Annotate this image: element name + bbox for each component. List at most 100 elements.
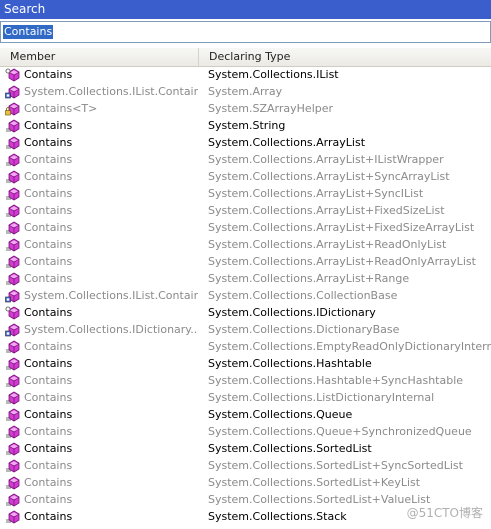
member-cell: Contains bbox=[24, 204, 73, 217]
member-cell: Contains<T> bbox=[24, 102, 98, 115]
declaring-type-cell: System.Collections.ArrayList+FixedSizeLi… bbox=[208, 204, 445, 217]
method-icon bbox=[5, 492, 23, 507]
method-icon bbox=[5, 203, 23, 218]
member-cell: System.Collections.IList.Contains bbox=[24, 85, 198, 98]
private-method-icon bbox=[5, 101, 23, 116]
explicit-method-icon bbox=[5, 84, 23, 99]
member-cell: System.Collections.IList.Contains bbox=[24, 289, 198, 302]
search-input[interactable]: Contains bbox=[0, 21, 491, 43]
method-icon bbox=[5, 424, 23, 439]
table-row[interactable]: Contains System.Collections.ArrayList+ILi… bbox=[0, 151, 491, 168]
table-row[interactable]: Contains System.Collections.ArrayList+Rea… bbox=[0, 236, 491, 253]
table-row[interactable]: Contains System.Collections.ArrayList+Fix… bbox=[0, 202, 491, 219]
interface-method-icon bbox=[5, 67, 23, 82]
method-icon bbox=[5, 373, 23, 388]
method-icon bbox=[5, 339, 23, 354]
explicit-method-icon bbox=[5, 288, 23, 303]
table-row[interactable]: Contains System.Collections.Hashtable+Syn… bbox=[0, 372, 491, 389]
member-cell: Contains bbox=[24, 391, 73, 404]
window-title: Search bbox=[0, 0, 491, 19]
declaring-type-cell: System.Collections.SortedList bbox=[208, 442, 372, 455]
member-cell: Contains bbox=[24, 255, 73, 268]
interface-method-icon bbox=[5, 305, 23, 320]
method-icon bbox=[5, 186, 23, 201]
member-cell: Contains bbox=[24, 119, 73, 132]
declaring-type-cell: System.Array bbox=[208, 85, 283, 98]
declaring-type-cell: System.Collections.ArrayList+FixedSizeAr… bbox=[208, 221, 475, 234]
table-row[interactable]: Contains System.String bbox=[0, 117, 491, 134]
declaring-type-cell: System.Collections.Queue+SynchronizedQue… bbox=[208, 425, 472, 438]
search-input-value: Contains bbox=[3, 25, 54, 39]
member-cell: Contains bbox=[24, 493, 73, 506]
member-cell: Contains bbox=[24, 340, 73, 353]
table-row[interactable]: Contains System.Collections.ArrayList+Rea… bbox=[0, 253, 491, 270]
table-row[interactable]: Contains System.Collections.Queue bbox=[0, 406, 491, 423]
declaring-type-cell: System.Collections.Hashtable+SyncHashtab… bbox=[208, 374, 464, 387]
declaring-type-cell: System.Collections.ArrayList+Range bbox=[208, 272, 410, 285]
table-row[interactable]: Contains System.Collections.SortedList+Sy… bbox=[0, 457, 491, 474]
member-cell: Contains bbox=[24, 408, 73, 421]
method-icon bbox=[5, 356, 23, 371]
declaring-type-cell: System.Collections.ArrayList bbox=[208, 136, 366, 149]
member-cell: Contains bbox=[24, 68, 73, 81]
declaring-type-cell: System.Collections.IDictionary bbox=[208, 306, 376, 319]
member-cell: Contains bbox=[24, 476, 73, 489]
member-cell: Contains bbox=[24, 238, 73, 251]
member-cell: Contains bbox=[24, 221, 73, 234]
table-row[interactable]: Contains System.Collections.ArrayList+Fix… bbox=[0, 219, 491, 236]
member-cell: Contains bbox=[24, 306, 73, 319]
table-row[interactable]: Contains System.Collections.EmptyReadOnly… bbox=[0, 338, 491, 355]
declaring-type-cell: System.Collections.ListDictionaryInterna… bbox=[208, 391, 435, 404]
table-row[interactable]: Contains System.Collections.IDictionary bbox=[0, 304, 491, 321]
declaring-type-cell: System.Collections.ArrayList+SyncIList bbox=[208, 187, 424, 200]
method-icon bbox=[5, 390, 23, 405]
declaring-type-cell: System.Collections.Queue bbox=[208, 408, 353, 421]
member-cell: System.Collections.IDictionary.... bbox=[24, 323, 198, 336]
table-row[interactable]: System.Collections.IList.Contains System.… bbox=[0, 287, 491, 304]
declaring-type-cell: System.Collections.Hashtable bbox=[208, 357, 372, 370]
method-icon bbox=[5, 220, 23, 235]
watermark: @51CTO博客 bbox=[406, 506, 483, 520]
table-row[interactable]: Contains System.Collections.ArrayList bbox=[0, 134, 491, 151]
method-icon bbox=[5, 407, 23, 422]
explicit-method-icon bbox=[5, 322, 23, 337]
method-icon bbox=[5, 271, 23, 286]
member-cell: Contains bbox=[24, 170, 73, 183]
table-row[interactable]: Contains System.Collections.SortedList+Ke… bbox=[0, 474, 491, 491]
method-icon bbox=[5, 475, 23, 490]
method-icon bbox=[5, 237, 23, 252]
method-icon bbox=[5, 509, 23, 524]
table-row[interactable]: Contains System.Collections.ListDictionar… bbox=[0, 389, 491, 406]
declaring-type-cell: System.SZArrayHelper bbox=[208, 102, 334, 115]
declaring-type-cell: System.Collections.ArrayList+SyncArrayLi… bbox=[208, 170, 450, 183]
declaring-type-cell: System.Collections.ArrayList+ReadOnlyLis… bbox=[208, 238, 447, 251]
table-row[interactable]: Contains System.Collections.Queue+Synchro… bbox=[0, 423, 491, 440]
method-icon bbox=[5, 169, 23, 184]
member-cell: Contains bbox=[24, 187, 73, 200]
member-cell: Contains bbox=[24, 272, 73, 285]
table-row[interactable]: Contains System.Collections.ArrayList+Syn… bbox=[0, 168, 491, 185]
table-row[interactable]: Contains System.Collections.ArrayList+Syn… bbox=[0, 185, 491, 202]
declaring-type-cell: System.Collections.ArrayList+IListWrappe… bbox=[208, 153, 444, 166]
method-icon bbox=[5, 118, 23, 133]
member-cell: Contains bbox=[24, 136, 73, 149]
table-row[interactable]: System.Collections.IList.Contains System.… bbox=[0, 83, 491, 100]
member-cell: Contains bbox=[24, 425, 73, 438]
table-row[interactable]: System.Collections.IDictionary.... System… bbox=[0, 321, 491, 338]
results-list: Contains System.Collections.IList System.C… bbox=[0, 66, 491, 525]
table-row[interactable]: Contains System.Collections.IList bbox=[0, 66, 491, 83]
declaring-type-cell: System.Collections.IList bbox=[208, 68, 339, 81]
declaring-type-cell: System.Collections.DictionaryBase bbox=[208, 323, 400, 336]
method-icon bbox=[5, 152, 23, 167]
member-cell: Contains bbox=[24, 357, 73, 370]
method-icon bbox=[5, 135, 23, 150]
column-header-member[interactable]: Member bbox=[0, 48, 199, 66]
table-row[interactable]: Contains System.Collections.ArrayList+Ran… bbox=[0, 270, 491, 287]
declaring-type-cell: System.Collections.CollectionBase bbox=[208, 289, 398, 302]
member-cell: Contains bbox=[24, 459, 73, 472]
declaring-type-cell: System.String bbox=[208, 119, 286, 132]
table-row[interactable]: Contains System.Collections.SortedList bbox=[0, 440, 491, 457]
table-row[interactable]: Contains System.Collections.Hashtable bbox=[0, 355, 491, 372]
table-row[interactable]: Contains<T> System.SZArrayHelper bbox=[0, 100, 491, 117]
column-header-declaring-type[interactable]: Declaring Type bbox=[199, 48, 491, 66]
